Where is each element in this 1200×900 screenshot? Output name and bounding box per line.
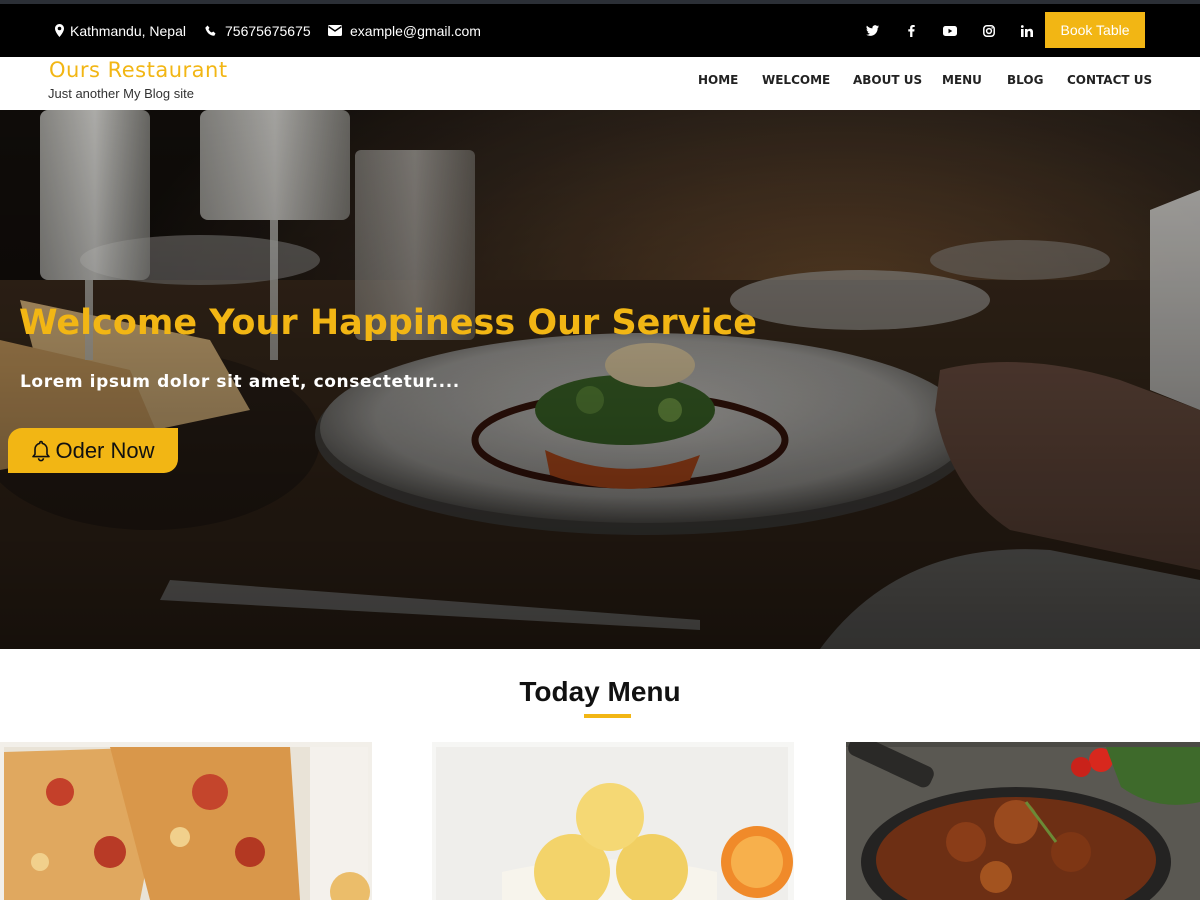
bell-icon — [32, 440, 51, 461]
nav-welcome[interactable]: WELCOME — [762, 73, 830, 87]
order-now-label: Oder Now — [55, 437, 155, 463]
twitter-icon — [865, 25, 879, 36]
facebook-link[interactable] — [899, 4, 923, 57]
hero-banner: Welcome Your Happiness Our Service Lorem… — [0, 110, 1200, 649]
envelope-icon — [328, 25, 342, 36]
nav-home[interactable]: HOME — [698, 73, 738, 87]
menu-card-ice-cream[interactable] — [432, 742, 794, 900]
map-pin-icon — [55, 24, 64, 37]
location-info: Kathmandu, Nepal — [55, 4, 186, 57]
nav-about-us[interactable]: ABOUT US — [853, 73, 922, 87]
site-header: Ours Restaurant Just another My Blog sit… — [0, 57, 1200, 110]
youtube-icon — [943, 25, 957, 36]
phone-text: 75675675675 — [225, 22, 311, 39]
hero-title: Welcome Your Happiness Our Service — [19, 303, 757, 343]
instagram-icon — [983, 24, 995, 37]
linkedin-link[interactable] — [1015, 4, 1039, 57]
section-title: Today Menu — [519, 676, 681, 707]
site-title[interactable]: Ours Restaurant — [49, 58, 228, 82]
title-underline — [584, 714, 631, 718]
hero-subtitle: Lorem ipsum dolor sit amet, consectetur.… — [20, 372, 460, 392]
facebook-icon — [907, 24, 915, 37]
beef-stew-image — [846, 742, 1200, 900]
nav-menu[interactable]: MENU — [942, 73, 982, 87]
twitter-link[interactable] — [860, 4, 884, 57]
location-text: Kathmandu, Nepal — [70, 22, 186, 39]
menu-card-beef-stew[interactable] — [846, 742, 1200, 900]
ice-cream-image — [432, 742, 794, 900]
order-now-button[interactable]: Oder Now — [8, 428, 178, 473]
pizza-image — [0, 742, 372, 900]
nav-contact-us[interactable]: CONTACT US — [1067, 73, 1152, 87]
phone-info[interactable]: 75675675675 — [205, 4, 311, 57]
instagram-link[interactable] — [977, 4, 1001, 57]
youtube-link[interactable] — [938, 4, 962, 57]
email-info[interactable]: example@gmail.com — [328, 4, 481, 57]
email-text: example@gmail.com — [350, 22, 481, 39]
site-tagline: Just another My Blog site — [48, 86, 194, 101]
menu-card-pizza[interactable] — [0, 742, 372, 900]
phone-icon — [205, 25, 216, 36]
nav-blog[interactable]: BLOG — [1007, 73, 1043, 87]
linkedin-icon — [1021, 24, 1033, 37]
book-table-button[interactable]: Book Table — [1045, 12, 1145, 48]
top-bar: Kathmandu, Nepal 75675675675 example@gma… — [0, 0, 1200, 57]
